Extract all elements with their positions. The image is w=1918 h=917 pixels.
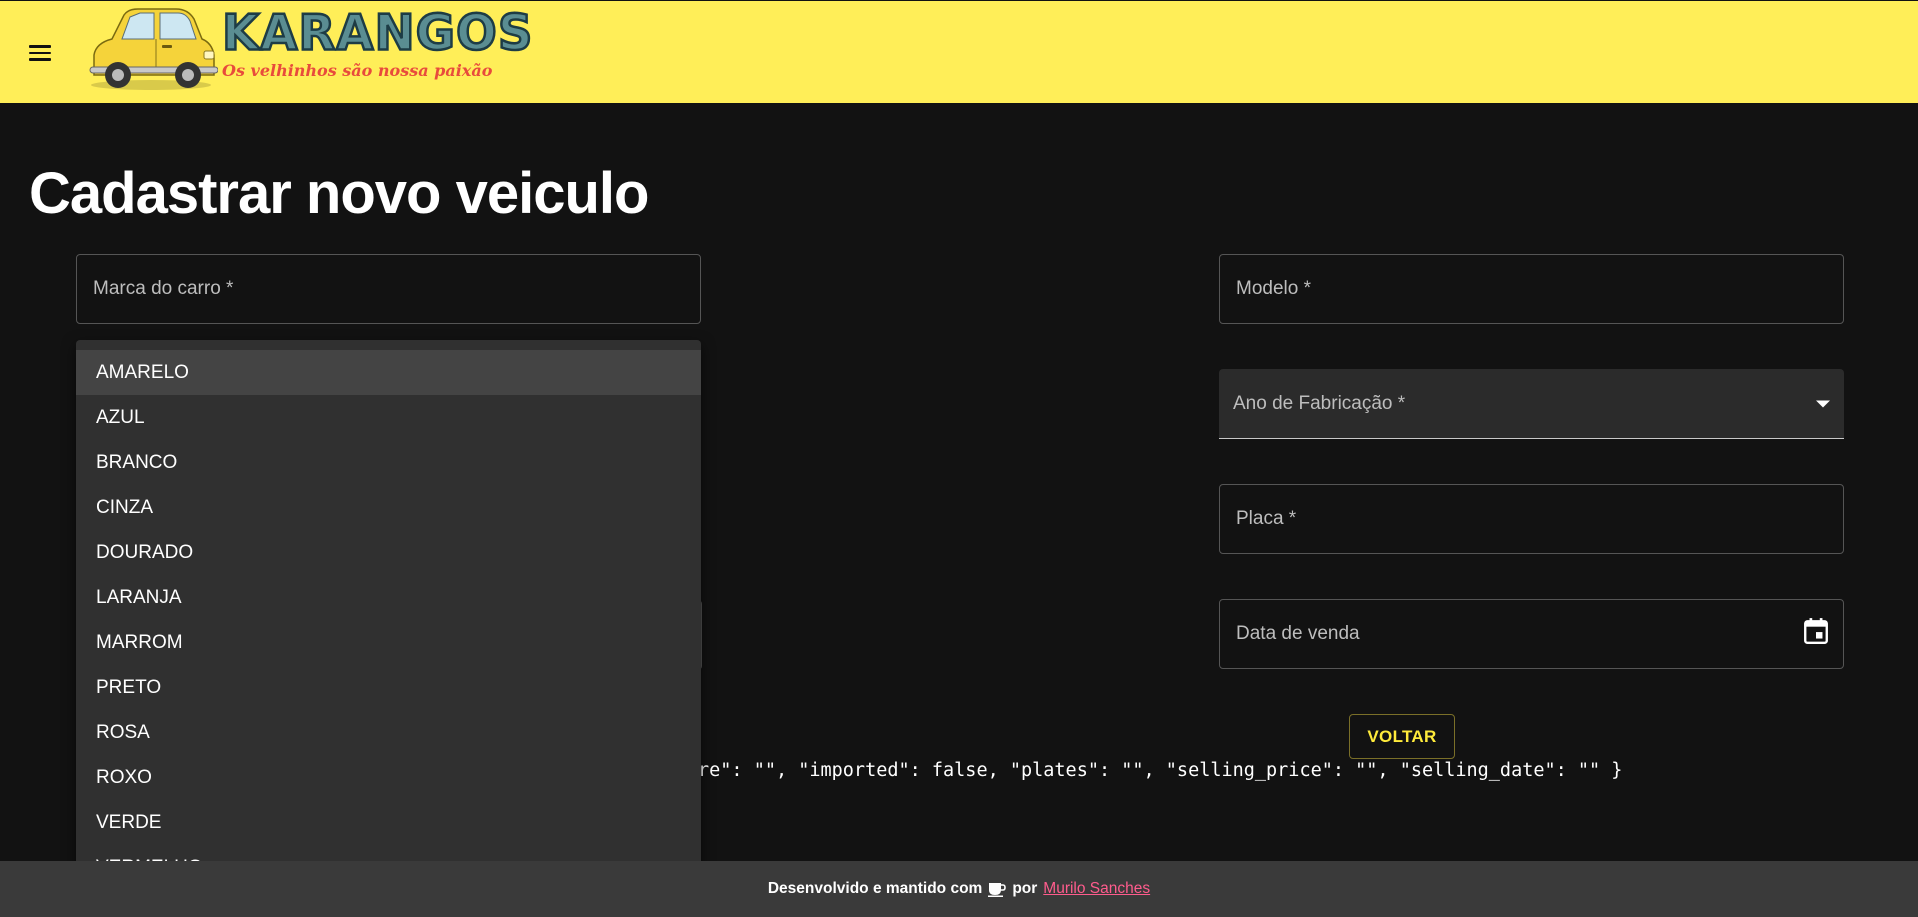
logo-title: KARANGOS xyxy=(221,3,534,63)
color-option-cinza[interactable]: CINZA xyxy=(76,485,701,530)
brand-field[interactable]: Marca do carro * xyxy=(76,254,701,324)
calendar-icon[interactable] xyxy=(1803,617,1829,651)
selling-date-field[interactable]: Data de venda xyxy=(1219,599,1844,669)
page-title: Cadastrar novo veiculo xyxy=(29,161,649,226)
year-select[interactable]: Ano de Fabricação * xyxy=(1219,369,1844,439)
footer-by: por xyxy=(1012,880,1038,897)
form-json-preview: re": "", "imported": false, "plates": ""… xyxy=(698,760,1623,781)
color-option-marrom[interactable]: MARROM xyxy=(76,620,701,665)
color-option-dourado[interactable]: DOURADO xyxy=(76,530,701,575)
plates-field[interactable]: Placa * xyxy=(1219,484,1844,554)
car-logo-icon xyxy=(89,8,218,90)
selling-date-label: Data de venda xyxy=(1236,623,1360,644)
back-button[interactable]: VOLTAR xyxy=(1349,714,1455,759)
color-option-laranja[interactable]: LARANJA xyxy=(76,575,701,620)
color-option-preto[interactable]: PRETO xyxy=(76,665,701,710)
logo-tagline: Os velhinhos são nossa paixão xyxy=(222,61,493,80)
author-link[interactable]: Murilo Sanches xyxy=(1043,880,1150,898)
karangos-logo[interactable]: KARANGOS Os velhinhos são nossa paixão xyxy=(84,3,534,95)
footer: Desenvolvido e mantido com por Murilo Sa… xyxy=(0,861,1918,917)
color-dropdown-menu: AMARELO AZUL BRANCO CINZA DOURADO LARANJ… xyxy=(76,340,701,900)
model-field[interactable]: Modelo * xyxy=(1219,254,1844,324)
model-field-label: Modelo * xyxy=(1236,278,1311,299)
coffee-cup-icon xyxy=(988,881,1007,897)
year-select-label: Ano de Fabricação * xyxy=(1233,392,1406,414)
brand-field-label: Marca do carro * xyxy=(93,278,234,299)
app-bar: KARANGOS Os velhinhos são nossa paixão xyxy=(0,0,1918,103)
color-option-rosa[interactable]: ROSA xyxy=(76,710,701,755)
footer-text: Desenvolvido e mantido com xyxy=(767,880,983,897)
caret-down-icon xyxy=(1816,400,1830,407)
color-option-branco[interactable]: BRANCO xyxy=(76,440,701,485)
color-option-verde[interactable]: VERDE xyxy=(76,800,701,845)
color-option-amarelo[interactable]: AMARELO xyxy=(76,350,701,395)
hamburger-menu-icon[interactable] xyxy=(20,36,60,70)
plates-field-label: Placa * xyxy=(1236,508,1297,529)
color-option-roxo[interactable]: ROXO xyxy=(76,755,701,800)
color-option-azul[interactable]: AZUL xyxy=(76,395,701,440)
